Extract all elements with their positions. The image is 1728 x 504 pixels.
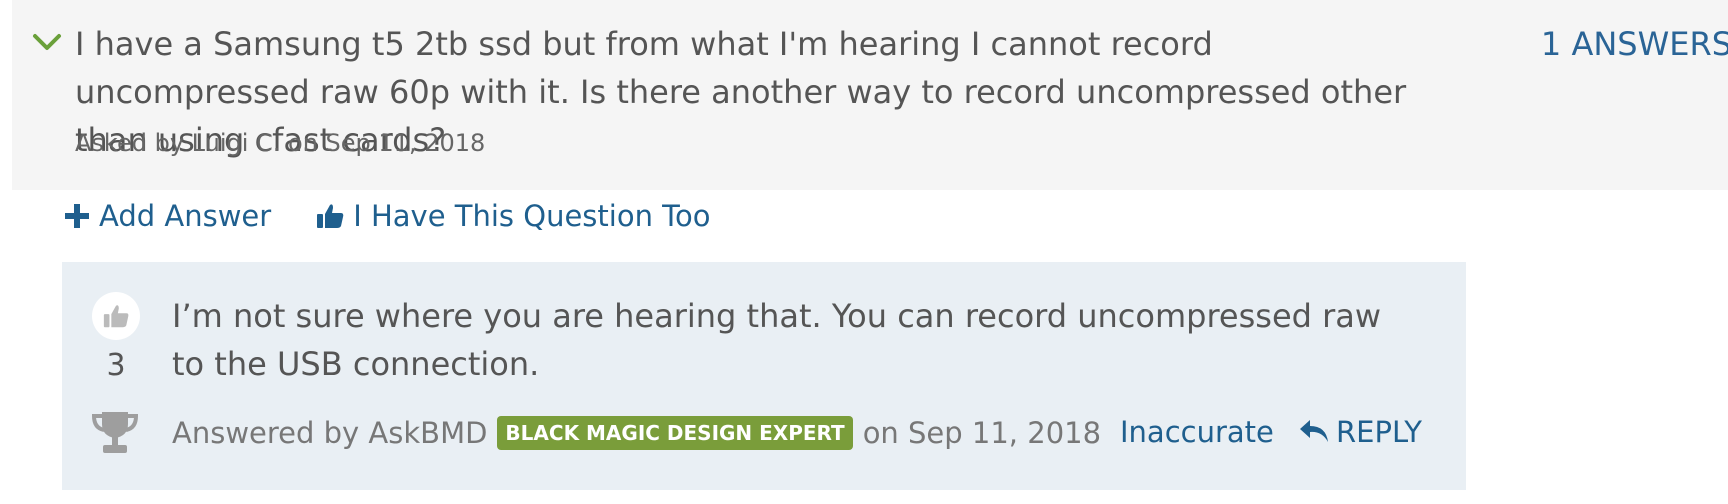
- answered-by-meta: Answered by AskBMD BLACK MAGIC DESIGN EX…: [172, 414, 1101, 452]
- add-answer-button[interactable]: Add Answer: [63, 199, 271, 233]
- upvote-button[interactable]: [92, 292, 140, 340]
- add-answer-label: Add Answer: [99, 199, 272, 233]
- plus-icon: [65, 204, 89, 228]
- answered-by-text: Answered by AskBMD: [172, 416, 488, 450]
- reply-label: REPLY: [1336, 415, 1422, 449]
- answer-card: 3 I’m not sure where you are hearing tha…: [62, 262, 1466, 490]
- reply-arrow-icon: [1300, 420, 1328, 442]
- thumbs-up-icon: [103, 305, 129, 328]
- inaccurate-link[interactable]: Inaccurate: [1120, 412, 1274, 452]
- reply-button[interactable]: REPLY: [1298, 412, 1422, 452]
- thumbs-up-icon: [317, 204, 344, 228]
- have-question-label: I Have This Question Too: [353, 199, 711, 233]
- question-panel: I have a Samsung t5 2tb ssd but from wha…: [12, 0, 1728, 190]
- answer-text: I’m not sure where you are hearing that.…: [172, 297, 1382, 383]
- question-actions: Add Answer I Have This Question Too: [63, 196, 710, 236]
- trophy-icon: [91, 412, 139, 453]
- have-question-too-button[interactable]: I Have This Question Too: [315, 199, 710, 233]
- expert-badge: BLACK MAGIC DESIGN EXPERT: [497, 416, 853, 450]
- asked-by-meta: Asked by Luigi C. on Sep 11, 2018: [75, 129, 486, 157]
- chevron-down-icon[interactable]: [32, 30, 62, 54]
- answers-count-link[interactable]: 1 ANSWERS: [1532, 22, 1728, 66]
- vote-count: 3: [106, 348, 126, 383]
- answer-date: on Sep 11, 2018: [862, 416, 1102, 450]
